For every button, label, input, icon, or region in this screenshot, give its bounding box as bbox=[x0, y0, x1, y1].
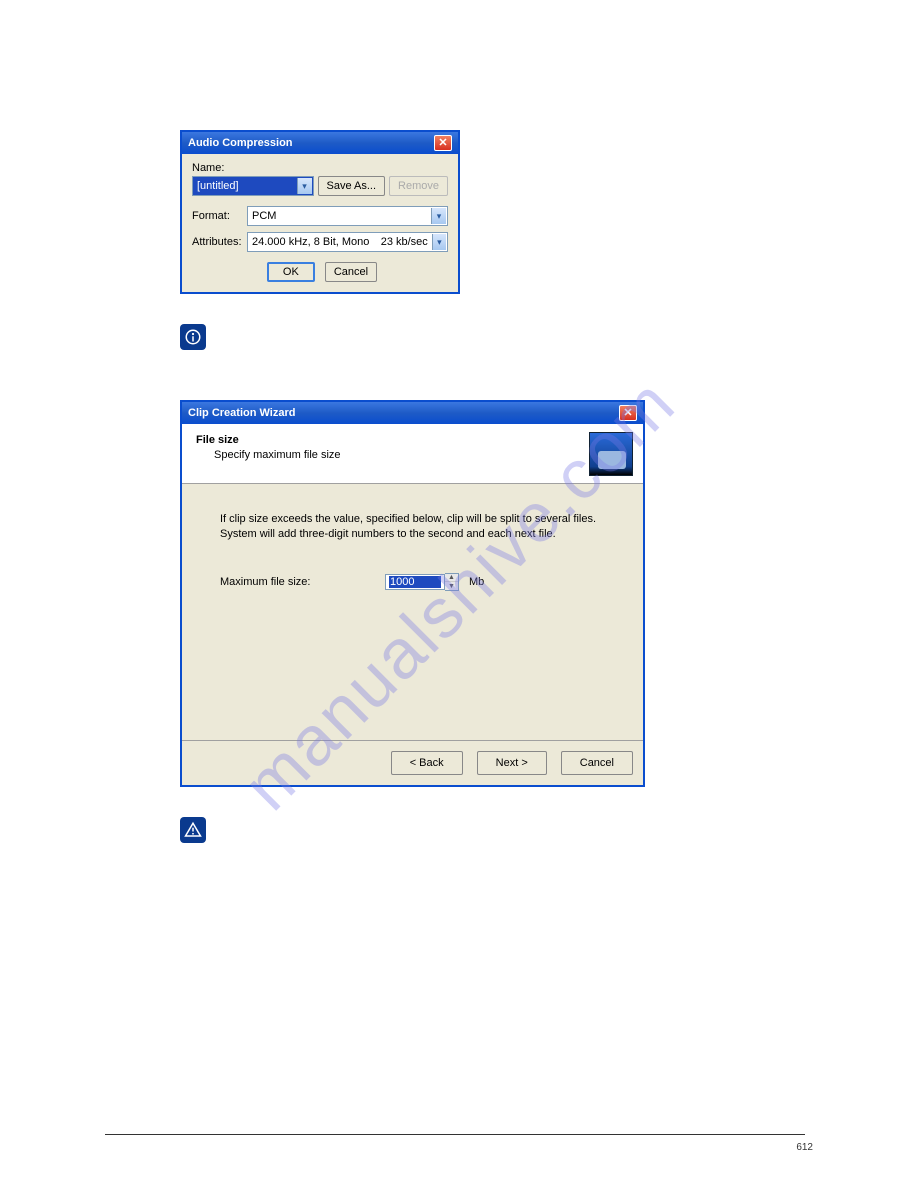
wizard-title: Clip Creation Wizard bbox=[188, 407, 295, 419]
back-button[interactable]: < Back bbox=[391, 751, 463, 775]
wizard-header: File size Specify maximum file size bbox=[182, 424, 643, 484]
attributes-label: Attributes: bbox=[192, 236, 247, 248]
cancel-button[interactable]: Cancel bbox=[561, 751, 633, 775]
clip-creation-wizard-dialog: Clip Creation Wizard ✕ File size Specify… bbox=[180, 400, 645, 787]
wizard-description: If clip size exceeds the value, specifie… bbox=[220, 512, 605, 543]
close-icon[interactable]: ✕ bbox=[434, 135, 452, 151]
attributes-value-left: 24.000 kHz, 8 Bit, Mono bbox=[252, 236, 369, 248]
format-value: PCM bbox=[252, 210, 276, 222]
info-icon bbox=[180, 324, 206, 350]
next-button[interactable]: Next > bbox=[477, 751, 547, 775]
max-file-size-label: Maximum file size: bbox=[220, 576, 385, 588]
ok-button[interactable]: OK bbox=[267, 262, 315, 282]
chevron-down-icon[interactable]: ▾ bbox=[297, 178, 312, 194]
chevron-down-icon[interactable]: ▾ bbox=[431, 208, 446, 224]
attributes-value-right: 23 kb/sec bbox=[381, 236, 428, 248]
audio-compression-dialog: Audio Compression ✕ Name: [untitled] ▾ S… bbox=[180, 130, 460, 294]
close-icon[interactable]: ✕ bbox=[619, 405, 637, 421]
spin-up-icon[interactable]: ▲ bbox=[445, 574, 458, 583]
name-label: Name: bbox=[192, 162, 448, 174]
wizard-titlebar: Clip Creation Wizard ✕ bbox=[182, 402, 643, 424]
audio-title: Audio Compression bbox=[188, 137, 293, 149]
audio-titlebar: Audio Compression ✕ bbox=[182, 132, 458, 154]
save-as-button[interactable]: Save As... bbox=[318, 176, 386, 196]
format-label: Format: bbox=[192, 210, 247, 222]
chevron-down-icon[interactable]: ▾ bbox=[432, 234, 446, 250]
name-combo[interactable]: [untitled] ▾ bbox=[192, 176, 314, 196]
size-unit-label: Mb bbox=[469, 576, 484, 588]
remove-button: Remove bbox=[389, 176, 448, 196]
spin-down-icon[interactable]: ▼ bbox=[445, 582, 458, 590]
cancel-button[interactable]: Cancel bbox=[325, 262, 377, 282]
footer-divider bbox=[105, 1134, 805, 1135]
name-value: [untitled] bbox=[197, 180, 239, 192]
attributes-combo[interactable]: 24.000 kHz, 8 Bit, Mono 23 kb/sec ▾ bbox=[247, 232, 448, 252]
spinner-control[interactable]: ▲ ▼ bbox=[445, 573, 459, 591]
format-combo[interactable]: PCM ▾ bbox=[247, 206, 448, 226]
max-file-size-input[interactable]: 1000 bbox=[385, 574, 445, 590]
wizard-header-subtitle: Specify maximum file size bbox=[214, 449, 629, 461]
page-number: 612 bbox=[796, 1142, 813, 1153]
wizard-header-icon bbox=[589, 432, 633, 476]
wizard-header-title: File size bbox=[196, 434, 629, 446]
warning-icon bbox=[180, 817, 206, 843]
